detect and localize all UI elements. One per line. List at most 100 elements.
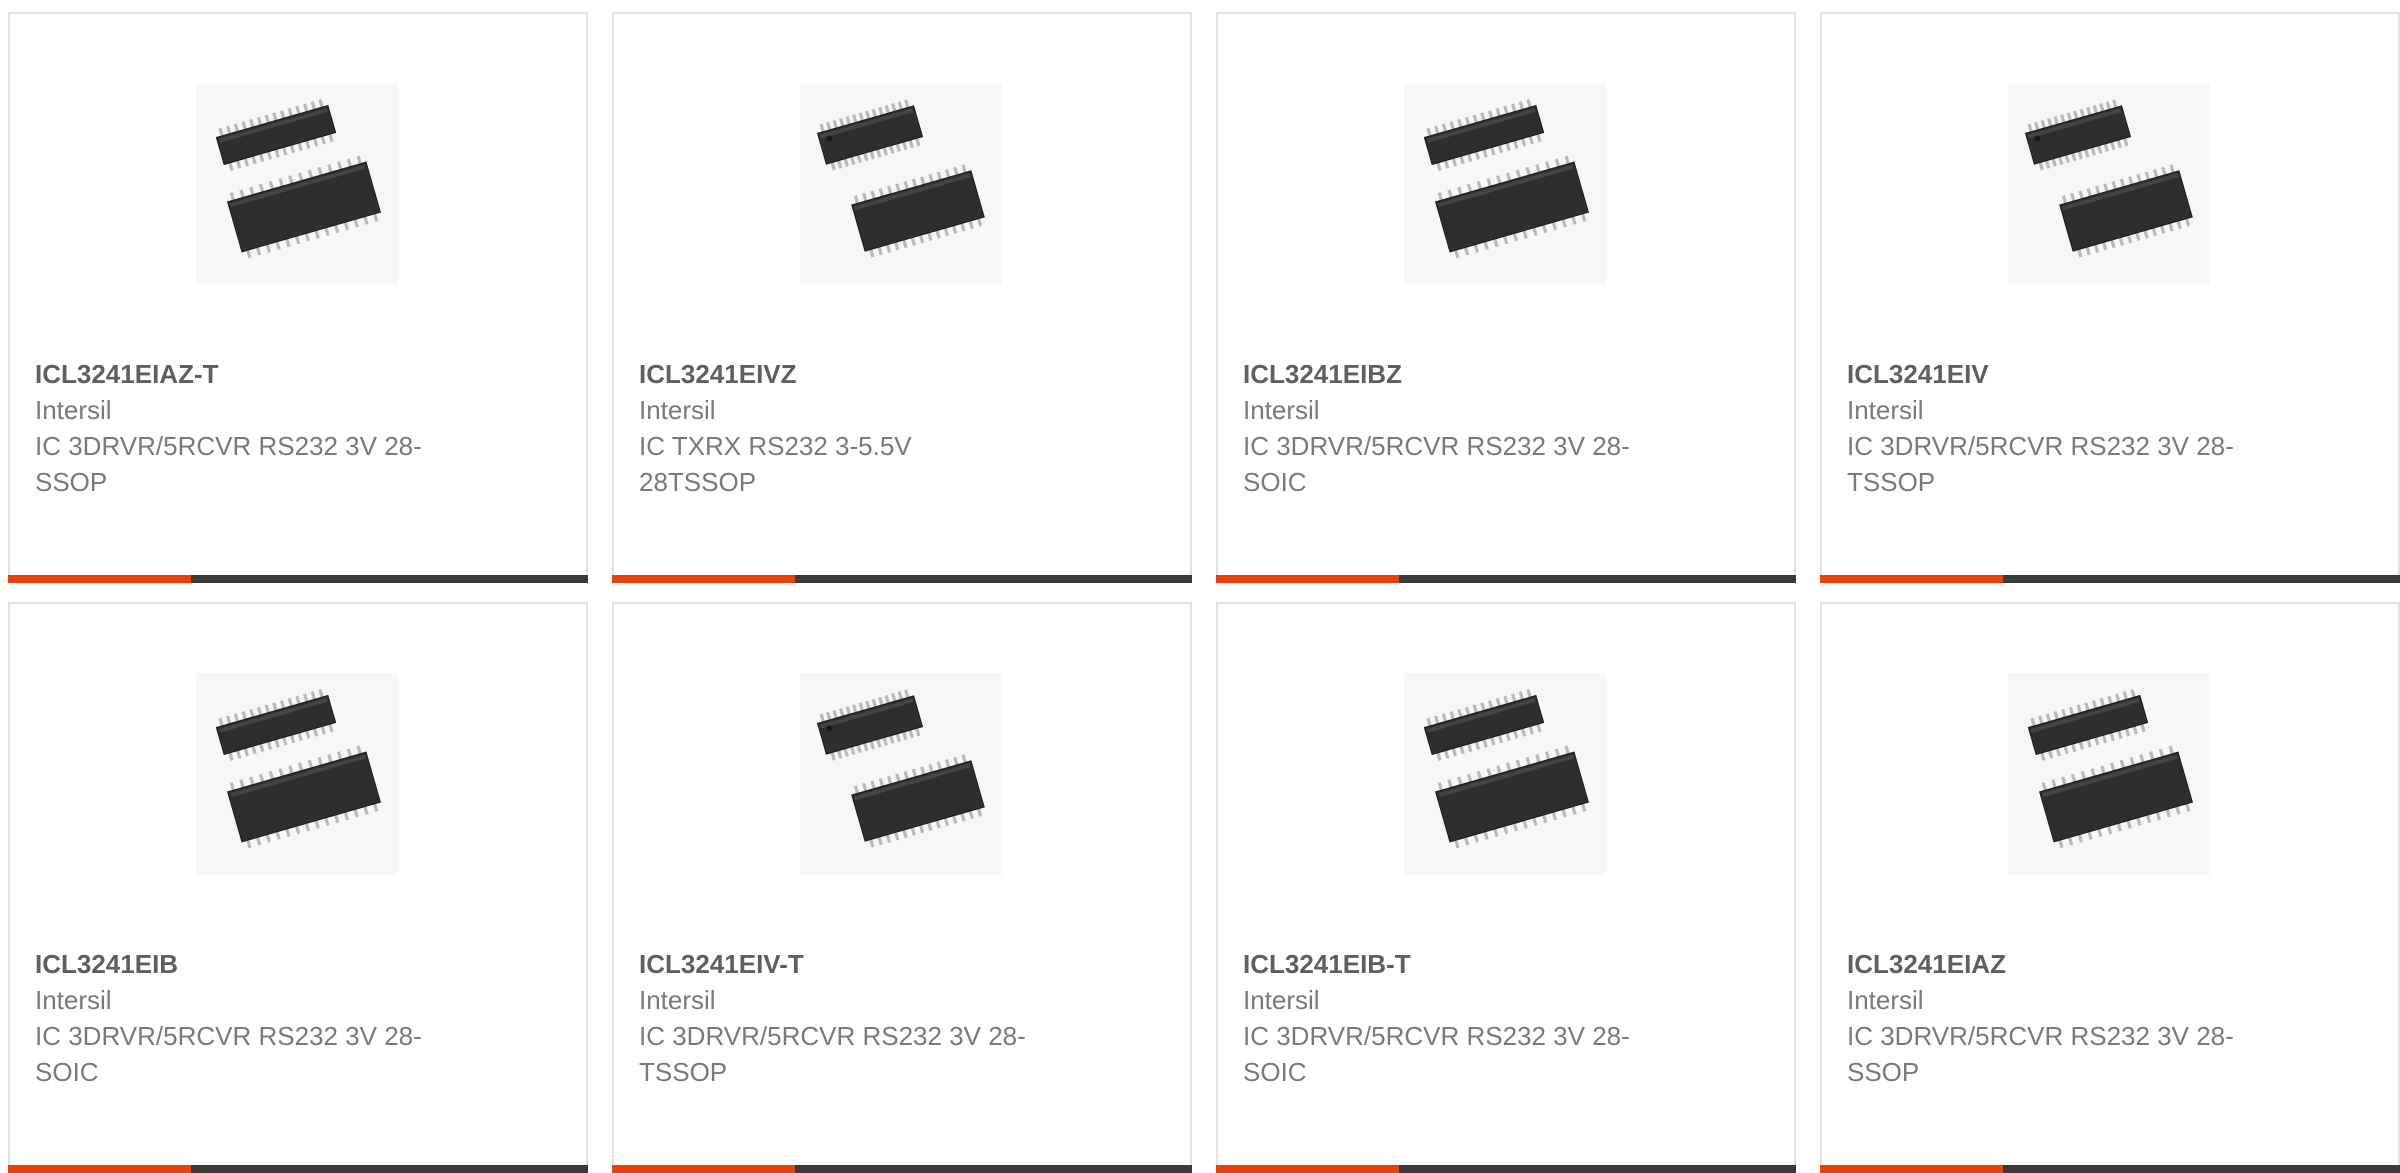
chip-pin bbox=[243, 157, 249, 167]
part-number[interactable]: ICL3241EIB bbox=[35, 946, 505, 982]
chip-pin bbox=[2101, 734, 2108, 744]
chip-pin bbox=[2135, 232, 2141, 242]
chip-pin bbox=[2115, 693, 2121, 703]
chip-pin bbox=[259, 153, 265, 163]
chip-pin bbox=[2119, 759, 2126, 769]
chip-pin bbox=[1554, 748, 1561, 758]
product-card[interactable]: ICL3241EIV Intersil IC 3DRVR/5RCVR RS232… bbox=[1820, 12, 2400, 583]
part-number[interactable]: ICL3241EIBZ bbox=[1243, 356, 1713, 392]
part-number[interactable]: ICL3241EIB-T bbox=[1243, 946, 1713, 982]
chip-pin bbox=[2070, 192, 2076, 202]
chip-pin bbox=[1505, 732, 1511, 742]
chip-pin bbox=[1426, 127, 1432, 137]
chip-pin bbox=[1493, 828, 1499, 838]
chip-pin bbox=[2126, 820, 2132, 829]
chip-pin bbox=[2122, 691, 2128, 700]
product-info: ICL3241EIV-T Intersil IC 3DRVR/5RCVR RS2… bbox=[639, 946, 1109, 1090]
chip-pin bbox=[2061, 195, 2068, 204]
part-number[interactable]: ICL3241EIVZ bbox=[639, 356, 1109, 392]
chip-pin bbox=[2140, 723, 2146, 733]
product-card[interactable]: ICL3241EIB Intersil IC 3DRVR/5RCVR RS232… bbox=[8, 602, 588, 1173]
manufacturer: Intersil bbox=[35, 395, 112, 425]
chip-pin bbox=[1571, 806, 1577, 815]
chip-pin bbox=[303, 103, 309, 113]
chip-pin bbox=[2060, 114, 2066, 123]
product-card[interactable]: ICL3241EIBZ Intersil IC 3DRVR/5RCVR RS23… bbox=[1216, 12, 1796, 583]
chip-pin bbox=[2158, 748, 2165, 758]
chip-pin bbox=[1520, 138, 1527, 147]
chip-pin bbox=[297, 762, 304, 772]
description-line-2: 28TSSOP bbox=[639, 467, 757, 497]
tssop-chip-pair-icon bbox=[2024, 99, 2193, 258]
chip-pin bbox=[275, 241, 281, 250]
chip-pin bbox=[1513, 730, 1519, 739]
chip-pin bbox=[297, 142, 303, 152]
chip-pin bbox=[858, 702, 864, 711]
chip-image bbox=[800, 673, 1002, 875]
chip-pin bbox=[1434, 715, 1440, 725]
chip-pin bbox=[1554, 158, 1561, 168]
manufacturer: Intersil bbox=[1243, 395, 1320, 425]
product-card[interactable]: ICL3241EIAZ-T Intersil IC 3DRVR/5RCVR RS… bbox=[8, 12, 588, 583]
accent-bar bbox=[8, 1165, 191, 1173]
chip-pin bbox=[327, 754, 333, 763]
card-bottom-bar bbox=[612, 1165, 1192, 1173]
chip-pin bbox=[1480, 112, 1486, 121]
chip-pin bbox=[1542, 814, 1548, 824]
chip-image bbox=[196, 83, 398, 285]
chip-pin bbox=[1454, 249, 1460, 259]
product-card[interactable]: ICL3241EIAZ Intersil IC 3DRVR/5RCVR RS23… bbox=[1820, 602, 2400, 1173]
chip-pin bbox=[353, 808, 359, 818]
chip-pin bbox=[2161, 166, 2167, 176]
chip-pin bbox=[236, 750, 242, 759]
product-info: ICL3241EIVZ Intersil IC TXRX RS232 3-5.5… bbox=[639, 356, 1109, 500]
chip-pin bbox=[2041, 782, 2047, 791]
chip-pin bbox=[1493, 238, 1499, 248]
chip-pin bbox=[2106, 825, 2113, 835]
chip-pin bbox=[226, 125, 232, 135]
chip-pin bbox=[1495, 107, 1501, 117]
chip-pin bbox=[241, 121, 247, 130]
description-line-1: IC TXRX RS232 3-5.5V bbox=[639, 431, 912, 461]
chip-pin bbox=[274, 739, 280, 748]
chip-pin bbox=[928, 173, 934, 183]
chip-pin bbox=[976, 808, 983, 817]
chip-pin bbox=[373, 213, 379, 222]
manufacturer: Intersil bbox=[639, 395, 716, 425]
chip-pin bbox=[1486, 768, 1492, 777]
product-card[interactable]: ICL3241EIVZ Intersil IC TXRX RS232 3-5.5… bbox=[612, 12, 1192, 583]
chip-pin bbox=[1467, 153, 1473, 163]
chip-pin bbox=[1513, 140, 1519, 149]
chip-pin bbox=[272, 112, 278, 121]
chip-pin bbox=[2071, 152, 2077, 162]
chip-pin bbox=[266, 151, 273, 160]
chip-pin bbox=[1467, 743, 1473, 753]
chip-pin bbox=[895, 183, 901, 192]
chip-pin bbox=[935, 230, 941, 239]
chip-pin bbox=[2103, 143, 2109, 152]
chip-pin bbox=[1473, 834, 1479, 843]
chip-pin bbox=[2048, 750, 2054, 759]
chip-pin bbox=[2168, 745, 2174, 755]
chip-pin bbox=[2185, 803, 2191, 812]
chip-pin bbox=[895, 733, 901, 742]
part-number[interactable]: ICL3241EIV-T bbox=[639, 946, 1109, 982]
chip-pin bbox=[287, 107, 293, 117]
part-number[interactable]: ICL3241EIV bbox=[1847, 356, 2317, 392]
chip-pin bbox=[239, 779, 245, 788]
chip-pin bbox=[876, 739, 882, 748]
chip-pin bbox=[343, 221, 350, 231]
part-number[interactable]: ICL3241EIAZ bbox=[1847, 946, 2317, 982]
tssop-chip-pair-icon bbox=[816, 689, 985, 848]
chip-pin bbox=[1581, 213, 1587, 222]
chip-pin bbox=[1449, 711, 1455, 720]
product-card[interactable]: ICL3241EIV-T Intersil IC 3DRVR/5RCVR RS2… bbox=[612, 602, 1192, 1173]
chip-pin bbox=[256, 116, 263, 126]
chip-pin bbox=[2103, 183, 2109, 192]
chip-pin bbox=[1482, 739, 1488, 748]
chip-pin bbox=[337, 161, 343, 170]
chip-pin bbox=[1483, 831, 1489, 840]
part-number[interactable]: ICL3241EIAZ-T bbox=[35, 356, 505, 392]
product-card[interactable]: ICL3241EIB-T Intersil IC 3DRVR/5RCVR RS2… bbox=[1216, 602, 1796, 1173]
chip-pin bbox=[2143, 230, 2149, 239]
